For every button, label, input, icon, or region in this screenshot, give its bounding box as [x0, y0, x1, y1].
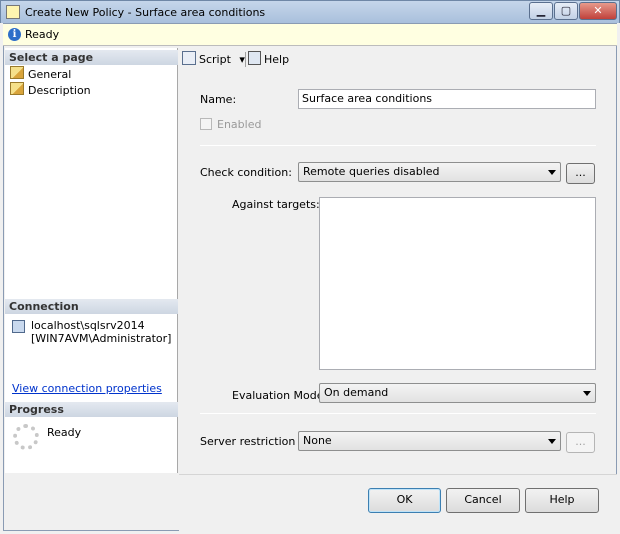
server-restriction-browse-button[interactable]: ... — [566, 432, 595, 453]
server-restriction-label: Server restriction — [200, 435, 296, 448]
check-condition-label: Check condition: — [200, 166, 292, 179]
check-condition-browse-button[interactable]: ... — [566, 163, 595, 184]
divider — [200, 145, 596, 146]
select-page-header: Select a page — [5, 50, 178, 65]
server-connection-icon — [12, 320, 25, 333]
name-label: Name: — [200, 93, 237, 106]
title-bar: Create New Policy - Surface area conditi… — [0, 0, 620, 23]
page-item-description[interactable]: Description — [10, 82, 91, 97]
check-condition-select[interactable]: Remote queries disabled — [298, 162, 561, 182]
evaluation-mode-label: Evaluation Mode: — [232, 389, 328, 402]
page-icon — [10, 82, 24, 95]
connection-header: Connection — [5, 299, 178, 314]
progress-spinner-icon — [13, 424, 39, 450]
page-icon — [10, 66, 24, 79]
close-button[interactable]: ✕ — [579, 2, 617, 20]
server-restriction-select[interactable]: None — [298, 431, 561, 451]
chevron-down-icon — [548, 439, 556, 444]
divider — [200, 413, 596, 414]
against-targets-list[interactable] — [319, 197, 596, 370]
page-item-label: Description — [28, 84, 91, 97]
page-item-label: General — [28, 68, 72, 81]
window-title: Create New Policy - Surface area conditi… — [25, 6, 266, 19]
enabled-label: Enabled — [217, 118, 262, 131]
toolbar-separator — [245, 52, 246, 67]
server-name: localhost\sqlsrv2014 — [31, 319, 145, 332]
connection-user: [WIN7AVM\Administrator] — [31, 332, 172, 345]
against-targets-label: Against targets: — [232, 198, 320, 211]
chevron-down-icon — [583, 391, 591, 396]
progress-header: Progress — [5, 402, 178, 417]
chevron-down-icon — [548, 170, 556, 175]
help-toolbar-button[interactable]: Help — [248, 51, 289, 68]
maximize-button[interactable]: ▢ — [554, 2, 578, 20]
minimize-button[interactable]: ▁ — [529, 2, 553, 20]
status-bar: i Ready — [3, 24, 617, 46]
help-button[interactable]: Help — [525, 488, 599, 513]
check-condition-value: Remote queries disabled — [303, 165, 440, 178]
policy-app-icon — [6, 5, 20, 19]
server-restriction-value: None — [303, 434, 332, 447]
status-text: Ready — [25, 28, 60, 41]
progress-status: Ready — [47, 426, 82, 439]
help-icon — [248, 51, 261, 65]
help-label: Help — [264, 53, 290, 66]
name-input[interactable]: Surface area conditions — [298, 89, 596, 109]
script-icon — [182, 51, 196, 65]
script-button[interactable]: Script ▾ — [182, 51, 245, 68]
ok-button[interactable]: OK — [368, 488, 441, 513]
evaluation-mode-value: On demand — [324, 386, 389, 399]
view-connection-properties-link[interactable]: View connection properties — [12, 382, 162, 395]
cancel-button[interactable]: Cancel — [446, 488, 520, 513]
page-item-general[interactable]: General — [10, 66, 71, 81]
info-icon: i — [8, 28, 21, 41]
evaluation-mode-select[interactable]: On demand — [319, 383, 596, 403]
enabled-checkbox[interactable] — [200, 118, 212, 130]
script-label: Script — [199, 53, 231, 66]
